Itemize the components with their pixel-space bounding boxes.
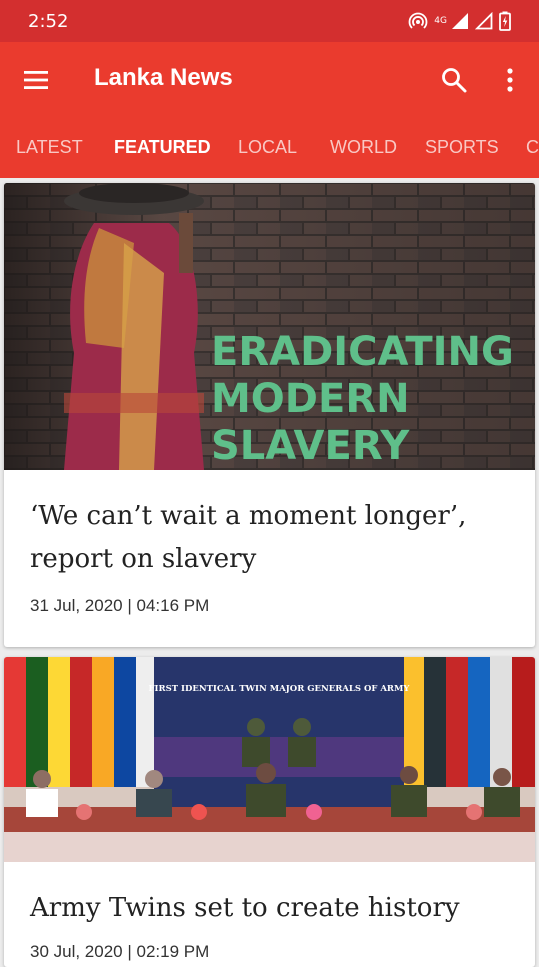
tab-local[interactable]: LOCAL <box>238 118 297 178</box>
menu-icon[interactable] <box>22 66 50 94</box>
app-bar: Lanka News <box>0 42 539 118</box>
tab-world[interactable]: WORLD <box>330 118 397 178</box>
tab-more-truncated[interactable]: C <box>526 118 539 178</box>
more-vert-icon[interactable] <box>496 66 524 94</box>
article-headline[interactable]: ‘We can’t wait a moment longer’, report … <box>30 495 505 581</box>
image-banner-text: FIRST IDENTICAL TWIN MAJOR GENERALS OF A… <box>149 684 411 694</box>
network-type-label: 4G <box>434 15 447 26</box>
image-text-line1: ERADICATING <box>211 329 514 375</box>
search-icon[interactable] <box>440 66 468 94</box>
article-headline[interactable]: Army Twins set to create history <box>30 887 505 930</box>
tab-featured[interactable]: FEATURED <box>114 118 211 178</box>
tab-latest[interactable]: LATEST <box>16 118 83 178</box>
image-text-line2: MODERN <box>211 376 410 422</box>
article-card[interactable]: ERADICATING MODERN SLAVERY ‘We can’t wai… <box>4 183 535 647</box>
image-text-line3: SLAVERY <box>211 423 410 469</box>
status-time: 2:52 <box>28 11 69 32</box>
category-tabs: LATEST FEATURED LOCAL WORLD SPORTS C <box>0 118 539 178</box>
signal-icon <box>451 12 469 30</box>
status-icons: 4G <box>408 10 511 32</box>
hotspot-icon <box>408 11 428 31</box>
article-image: FIRST IDENTICAL TWIN MAJOR GENERALS OF A… <box>4 657 535 862</box>
signal-outline-icon <box>475 12 493 30</box>
app-title: Lanka News <box>94 64 233 91</box>
tab-sports[interactable]: SPORTS <box>425 118 499 178</box>
article-date: 31 Jul, 2020 | 04:16 PM <box>30 596 210 615</box>
status-bar: 2:52 4G <box>0 0 539 42</box>
battery-icon <box>499 11 511 31</box>
article-date: 30 Jul, 2020 | 02:19 PM <box>30 942 210 961</box>
article-image: ERADICATING MODERN SLAVERY <box>4 183 535 470</box>
article-card[interactable]: FIRST IDENTICAL TWIN MAJOR GENERALS OF A… <box>4 657 535 967</box>
